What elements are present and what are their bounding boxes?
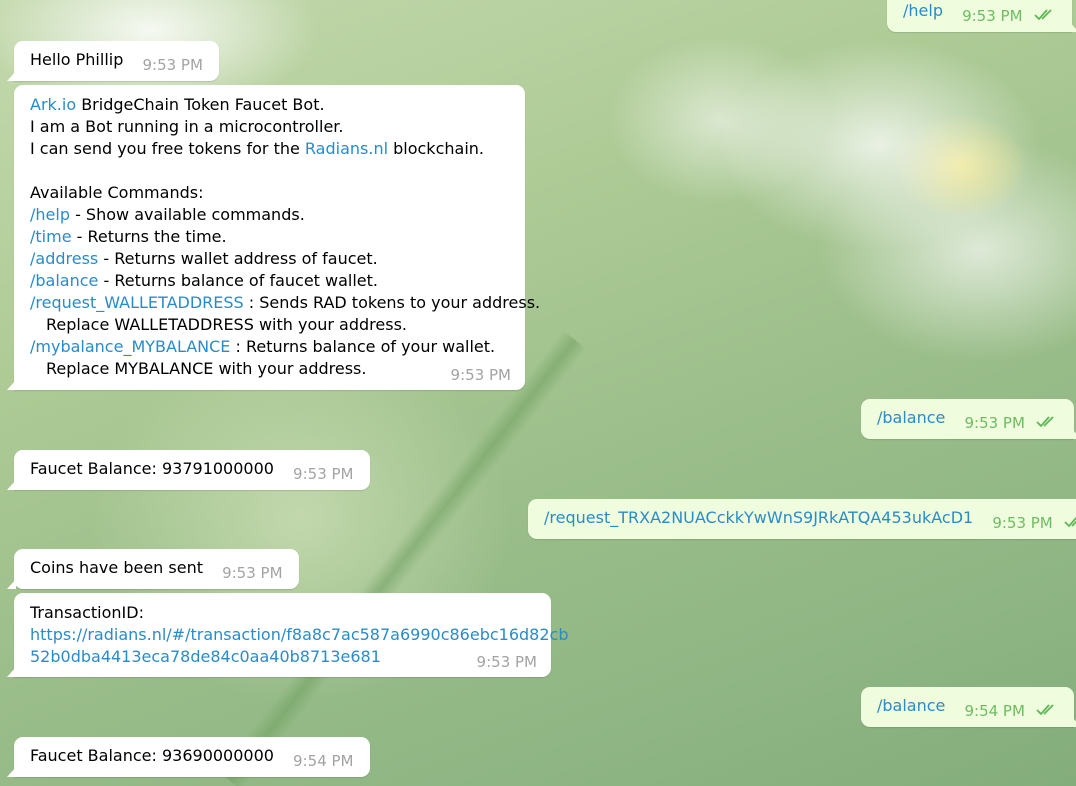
- message-time: 9:53 PM: [450, 366, 511, 384]
- incoming-message-coins-sent[interactable]: Coins have been sent 9:53 PM: [14, 549, 299, 589]
- incoming-message-greeting[interactable]: Hello Phillip 9:53 PM: [14, 41, 219, 81]
- message-time: 9:53 PM: [992, 514, 1053, 532]
- command-link[interactable]: /balance: [877, 408, 945, 427]
- incoming-message-balance-2[interactable]: Faucet Balance: 93690000000 9:54 PM: [14, 737, 370, 777]
- command-link[interactable]: /request_TRXA2NUACckkYwWnS9JRkATQA453ukA…: [544, 508, 973, 527]
- double-check-icon: [1036, 704, 1054, 716]
- message-text: Faucet Balance: 93791000000: [30, 459, 274, 478]
- message-time: 9:53 PM: [222, 564, 283, 582]
- outgoing-message-balance[interactable]: /balance 9:53 PM: [861, 399, 1075, 439]
- incoming-message-balance[interactable]: Faucet Balance: 93791000000 9:53 PM: [14, 450, 370, 490]
- command-link[interactable]: /help: [30, 205, 70, 224]
- command-link[interactable]: /mybalance_MYBALANCE: [30, 337, 230, 356]
- info-line-1: Ark.io BridgeChain Token Faucet Bot.: [30, 95, 325, 114]
- message-time: 9:53 PM: [964, 414, 1025, 432]
- double-check-icon: [1064, 516, 1076, 528]
- message-text: Hello Phillip: [30, 50, 124, 69]
- commands-header: Available Commands:: [30, 183, 204, 202]
- command-link[interactable]: /time: [30, 227, 72, 246]
- command-item: /mybalance_MYBALANCE : Returns balance o…: [30, 337, 496, 356]
- command-item: /time - Returns the time.: [30, 227, 227, 246]
- transaction-label: TransactionID:: [30, 603, 144, 622]
- command-link[interactable]: /balance: [877, 696, 945, 715]
- command-link[interactable]: /request_WALLETADDRESS: [30, 293, 244, 312]
- command-link[interactable]: /balance: [30, 271, 98, 290]
- outgoing-message-balance-2[interactable]: /balance 9:54 PM: [861, 687, 1075, 727]
- outgoing-message-help[interactable]: /help 9:53 PM: [887, 0, 1072, 32]
- radians-link[interactable]: Radians.nl: [305, 139, 388, 158]
- command-item: /balance - Returns balance of faucet wal…: [30, 271, 378, 290]
- command-item: /request_WALLETADDRESS : Sends RAD token…: [30, 293, 541, 312]
- message-time: 9:54 PM: [964, 702, 1025, 720]
- command-link[interactable]: /help: [903, 1, 943, 20]
- message-time: 9:54 PM: [293, 752, 354, 770]
- outgoing-message-request[interactable]: /request_TRXA2NUACckkYwWnS9JRkATQA453ukA…: [528, 499, 1076, 539]
- double-check-icon: [1033, 9, 1052, 21]
- command-item: /help - Show available commands.: [30, 205, 305, 224]
- message-time: 9:53 PM: [962, 7, 1023, 25]
- info-line-3: I can send you free tokens for the Radia…: [30, 139, 484, 158]
- command-link[interactable]: /address: [30, 249, 98, 268]
- message-text: Faucet Balance: 93690000000: [30, 746, 274, 765]
- command-note: Replace WALLETADDRESS with your address.: [46, 315, 407, 334]
- message-time: 9:53 PM: [476, 653, 537, 671]
- double-check-icon: [1036, 416, 1054, 428]
- command-item: /address - Returns wallet address of fau…: [30, 249, 378, 268]
- info-line-2: I am a Bot running in a microcontroller.: [30, 117, 344, 136]
- transaction-link-continued[interactable]: 52b0dba4413eca78de84c0aa40b8713e681: [30, 646, 535, 668]
- incoming-message-transaction[interactable]: TransactionID: https://radians.nl/#/tran…: [14, 593, 568, 677]
- ark-link[interactable]: Ark.io: [30, 95, 76, 114]
- message-time: 9:53 PM: [293, 465, 354, 483]
- incoming-message-bot-info[interactable]: Ark.io BridgeChain Token Faucet Bot. I a…: [14, 85, 541, 390]
- command-note: Replace MYBALANCE with your address.: [46, 359, 367, 378]
- message-text: Coins have been sent: [30, 558, 203, 577]
- transaction-link[interactable]: https://radians.nl/#/transaction/f8a8c7a…: [30, 624, 568, 646]
- message-time: 9:53 PM: [142, 56, 203, 74]
